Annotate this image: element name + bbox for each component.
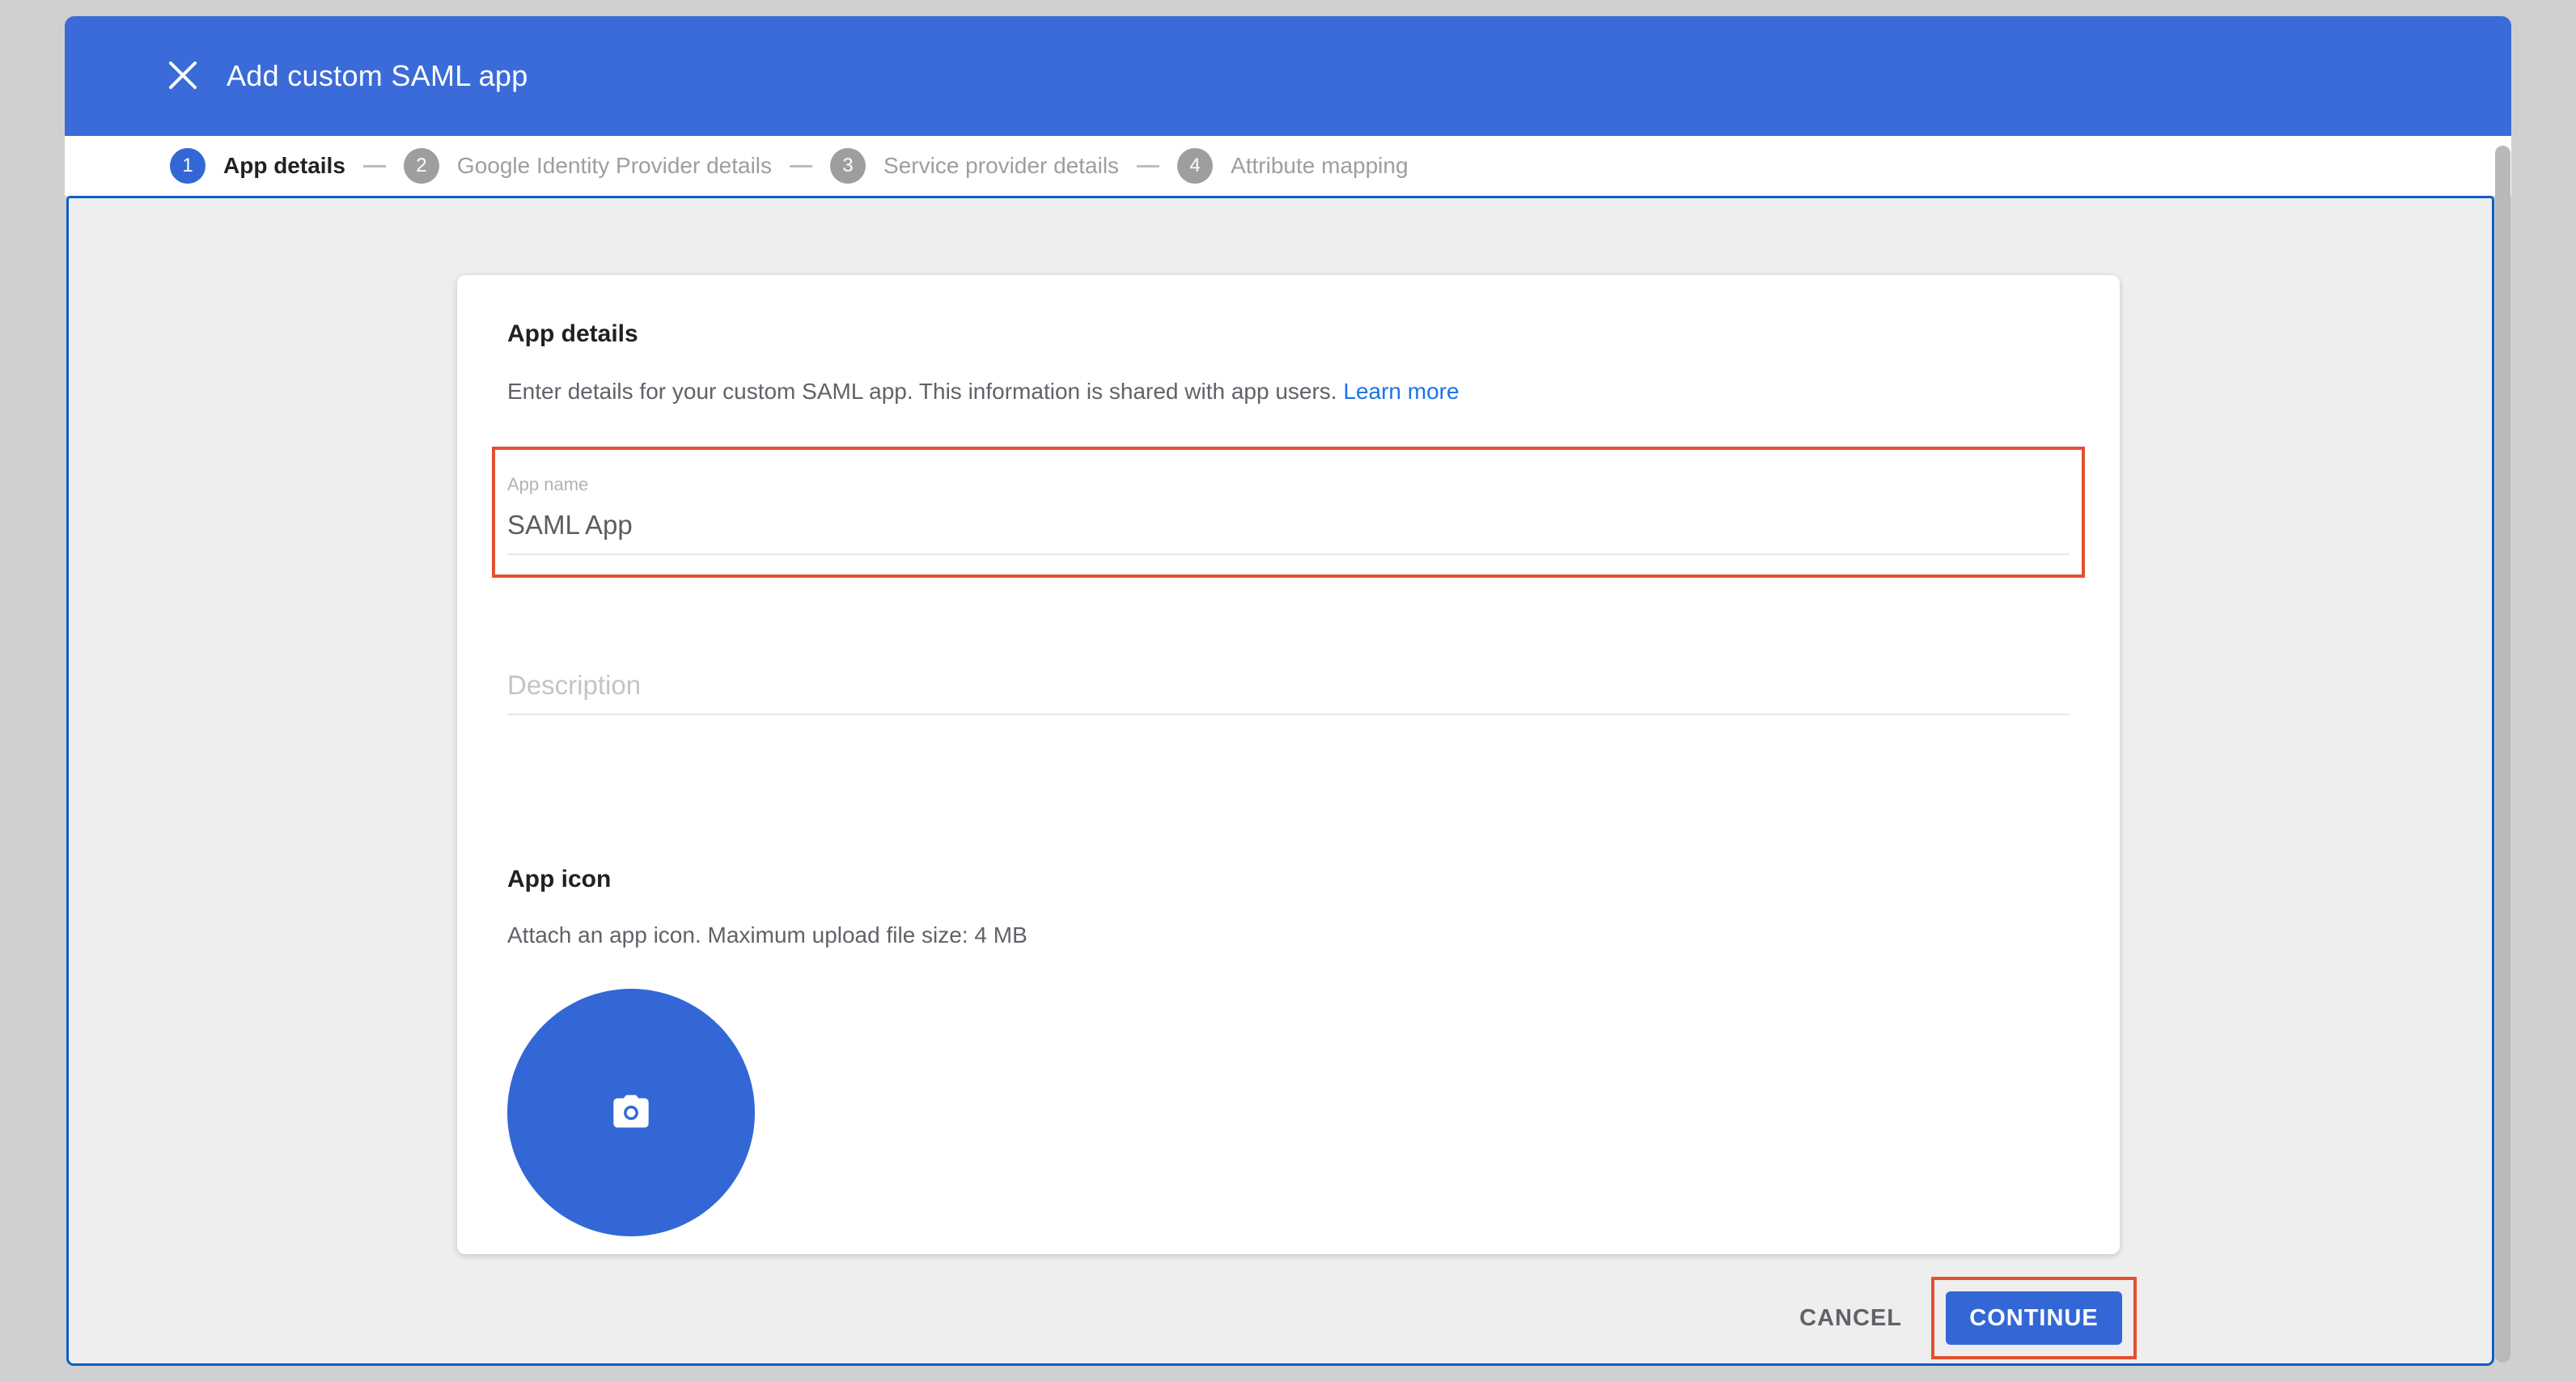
step-2-circle: 2 (404, 148, 439, 184)
add-custom-saml-app-dialog: Add custom SAML app 1 App details 2 Goog… (65, 16, 2511, 1366)
step-3-circle: 3 (830, 148, 866, 184)
step-attribute-mapping[interactable]: 4 Attribute mapping (1177, 148, 1408, 184)
vertical-scrollbar-thumb[interactable] (2495, 146, 2510, 1363)
app-icon-helper-text: Attach an app icon. Maximum upload file … (507, 922, 2070, 948)
app-icon-upload-button[interactable] (507, 989, 755, 1236)
dialog-header: Add custom SAML app (65, 16, 2511, 136)
close-button[interactable] (163, 57, 202, 95)
stepper: 1 App details 2 Google Identity Provider… (65, 136, 2511, 196)
learn-more-link[interactable]: Learn more (1343, 379, 1459, 404)
cancel-button[interactable]: CANCEL (1783, 1305, 1918, 1332)
step-1-circle: 1 (170, 148, 205, 184)
step-4-circle: 4 (1177, 148, 1213, 184)
dialog-title: Add custom SAML app (227, 59, 528, 93)
footer-actions: CANCEL CONTINUE (1783, 1277, 2137, 1359)
annotation-box-app-name: App name (492, 447, 2085, 578)
app-icon-heading: App icon (507, 866, 2070, 893)
step-1-label: App details (223, 153, 345, 179)
annotation-box-continue: CONTINUE (1931, 1277, 2137, 1359)
step-separator (1137, 165, 1159, 167)
card-description-text: Enter details for your custom SAML app. … (507, 379, 1343, 404)
app-name-label: App name (507, 474, 2070, 495)
card-heading: App details (507, 320, 2070, 348)
app-details-card: App details Enter details for your custo… (457, 275, 2120, 1254)
step-4-label: Attribute mapping (1231, 153, 1408, 179)
step-google-idp-details[interactable]: 2 Google Identity Provider details (404, 148, 772, 184)
step-2-label: Google Identity Provider details (457, 153, 772, 179)
description-input[interactable] (507, 655, 2070, 715)
step-service-provider-details[interactable]: 3 Service provider details (830, 148, 1119, 184)
step-app-details[interactable]: 1 App details (170, 148, 345, 184)
step-separator (790, 165, 812, 167)
step-3-label: Service provider details (883, 153, 1119, 179)
dialog-content-area: App details Enter details for your custo… (66, 196, 2494, 1366)
app-name-input[interactable] (507, 495, 2070, 555)
camera-icon (610, 1093, 652, 1133)
close-icon (167, 60, 198, 93)
step-separator (363, 165, 386, 167)
description-field-row (507, 655, 2070, 715)
continue-button[interactable]: CONTINUE (1946, 1291, 2122, 1345)
card-description: Enter details for your custom SAML app. … (507, 379, 2070, 405)
